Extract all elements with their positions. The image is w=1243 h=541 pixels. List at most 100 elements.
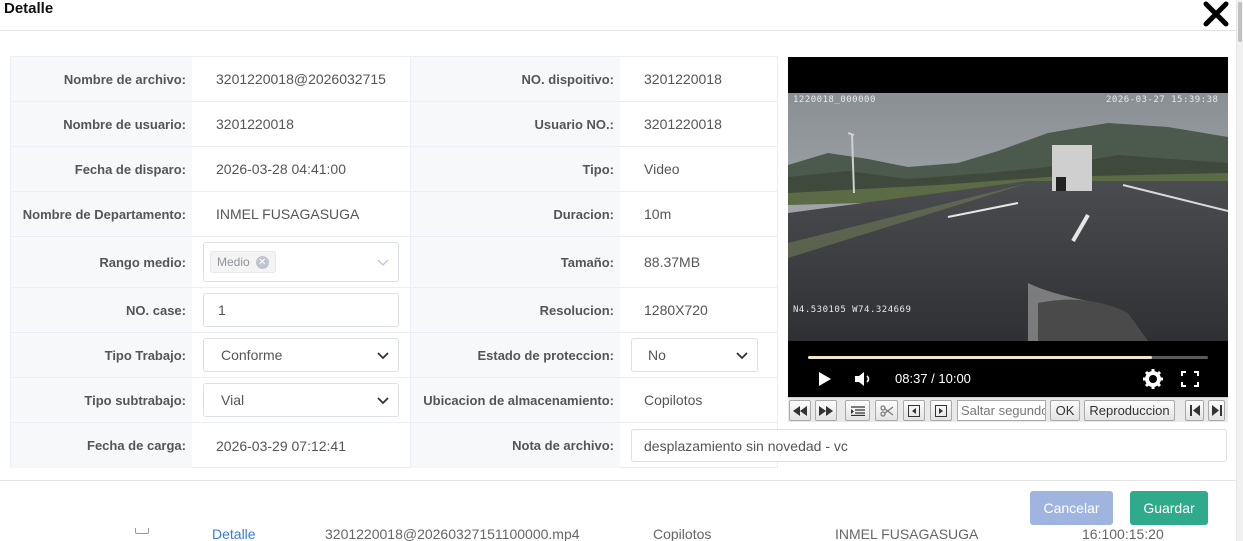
no-case-input[interactable]: 1 [203,293,399,327]
label-usuario-no: Usuario NO.: [410,102,620,146]
label-departamento: Nombre de Departamento: [11,192,192,236]
value-usuario-no: 3201220018 [644,116,722,132]
next-frame-button[interactable] [930,400,952,421]
estado-proteccion-select[interactable]: No [631,338,758,372]
video-frame[interactable]: 1220018_000000 2026-03-27 15:39:38 N4.53… [788,93,1228,341]
row-file: 3201220018@20260327151100000.mp4 [325,528,580,541]
form-row: Nombre de Departamento: INMEL FUSAGASUGA… [11,192,777,237]
tipo-subtrabajo-select[interactable]: Vial [203,383,399,417]
nota-archivo-value: desplazamiento sin novedad - vc [644,437,848,454]
label-tipo-subtrabajo: Tipo subtrabajo: [11,378,192,422]
estado-proteccion-value: No [648,347,666,363]
label-nombre-archivo: Nombre de archivo: [11,57,192,101]
seek-seconds-input[interactable]: Saltar segundos [957,400,1046,421]
dialog-title: Detalle [4,0,54,17]
cut-button[interactable] [875,400,898,421]
chevron-down-icon [377,397,389,405]
value-tamano: 88.37MB [644,254,701,270]
video-scene [788,93,1228,341]
tipo-trabajo-select[interactable]: Conforme [203,338,399,372]
save-button[interactable]: Guardar [1130,491,1208,525]
list-button[interactable] [845,400,870,421]
footer-divider [0,480,1236,481]
scissors-icon [879,404,893,417]
cancel-button[interactable]: Cancelar [1030,491,1113,525]
playback-toolbar: Saltar segundos OK Reproduccion [788,397,1228,422]
play-icon[interactable] [818,371,832,387]
rewind-icon [793,405,807,416]
fullscreen-icon[interactable] [1181,371,1199,387]
first-frame-button[interactable] [1185,400,1204,421]
label-tipo: Tipo: [410,147,620,191]
prev-frame-button[interactable] [903,400,925,421]
chevron-down-icon [377,352,389,360]
label-nombre-usuario: Nombre de usuario: [11,102,192,146]
volume-icon[interactable] [854,371,874,387]
label-estado-proteccion: Estado de proteccion: [410,333,620,377]
dialog-header: Detalle [0,0,1243,31]
page-scrollbar-thumb[interactable] [1238,2,1242,42]
fast-forward-button[interactable] [815,400,837,421]
detail-dialog: Detalle Nombre de archivo: 3201220018@20… [0,0,1243,541]
skip-end-icon [1211,405,1222,416]
row-dept: INMEL FUSAGASUGA [835,528,979,541]
row-checkbox[interactable] [135,528,149,534]
video-player[interactable]: 1220018_000000 2026-03-27 15:39:38 N4.53… [788,57,1228,397]
value-resolucion: 1280X720 [644,302,708,318]
label-tipo-trabajo: Tipo Trabajo: [11,333,192,377]
no-case-value: 1 [218,302,226,318]
label-resolucion: Resolucion: [410,288,620,332]
label-duracion: Duracion: [410,192,620,236]
label-rango-medio: Rango medio: [11,237,192,287]
label-fecha-disparo: Fecha de disparo: [11,147,192,191]
chevron-down-icon [377,259,389,266]
playback-button[interactable]: Reproduccion [1084,400,1175,421]
progress-fill [808,356,1152,359]
label-ubicacion: Ubicacion de almacenamiento: [410,378,620,422]
close-icon[interactable] [1203,1,1229,27]
page-scrollbar[interactable] [1236,0,1243,541]
rango-medio-tag: Medio ✕ [210,251,276,273]
rewind-button[interactable] [789,400,811,421]
background-table-row: Detalle 3201220018@20260327151100000.mp4… [115,528,1236,541]
value-fecha-carga: 2026-03-29 07:12:41 [216,437,346,454]
skip-start-icon [1189,405,1200,416]
value-ubicacion: Copilotos [644,392,703,408]
rango-medio-select[interactable]: Medio ✕ [203,242,399,282]
tag-close-icon[interactable]: ✕ [255,255,269,269]
next-frame-icon [935,404,947,417]
time-display: 08:37 / 10:00 [895,371,971,386]
chevron-down-icon [736,352,748,360]
label-no-dispositivo: NO. dispoitivo: [410,57,620,101]
video-controls: 08:37 / 10:00 [788,341,1228,397]
value-fecha-disparo: 2026-03-28 04:41:00 [216,161,346,177]
label-no-case: NO. case: [11,288,192,332]
row-time: 16:100:15:20 [1082,528,1164,541]
form-row: Nombre de archivo: 3201220018@2026032715… [11,57,777,102]
row-detail-link[interactable]: Detalle [212,528,256,541]
tipo-trabajo-value: Conforme [221,347,283,363]
label-fecha-carga: Fecha de carga: [11,423,192,468]
progress-bar[interactable] [808,356,1208,359]
nota-archivo-input[interactable]: desplazamiento sin novedad - vc [631,429,1227,462]
osd-channel: 1220018_000000 [793,95,876,105]
seek-ok-button[interactable]: OK [1050,400,1080,421]
value-nombre-usuario: 3201220018 [216,116,294,132]
tipo-subtrabajo-value: Vial [221,392,245,408]
rango-medio-tag-label: Medio [217,255,250,269]
last-frame-button[interactable] [1208,400,1225,421]
label-tamano: Tamaño: [410,237,620,287]
value-duracion: 10m [644,206,672,222]
form-row: Nombre de usuario: 3201220018 Usuario NO… [11,102,777,147]
value-nombre-archivo: 3201220018@2026032715 [216,71,386,87]
value-departamento: INMEL FUSAGASUGA [216,206,360,222]
settings-gear-icon[interactable] [1143,369,1163,389]
row-location: Copilotos [653,528,712,541]
seek-seconds-placeholder: Saltar segundos [961,403,1046,418]
form-row: Fecha de disparo: 2026-03-28 04:41:00 Ti… [11,147,777,192]
value-no-dispositivo: 3201220018 [644,71,722,87]
fast-forward-icon [819,405,833,416]
list-icon [850,405,865,416]
osd-datetime: 2026-03-27 15:39:38 [1106,95,1219,105]
osd-gps: N4.530105 W74.324669 [793,305,912,315]
